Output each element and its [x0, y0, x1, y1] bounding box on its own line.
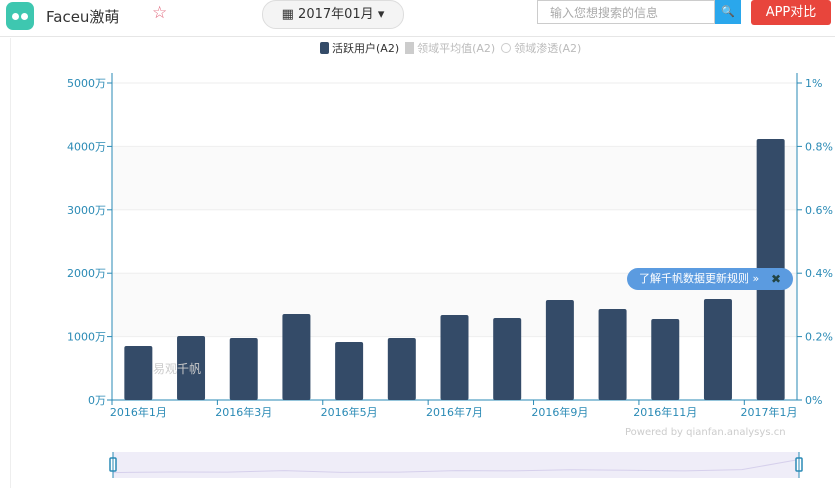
bar-2016年3月[interactable] — [229, 337, 258, 400]
bar-2016年12月[interactable] — [703, 299, 732, 400]
y2-tick-label: 0.2% — [805, 331, 833, 344]
bar-2016年11月[interactable] — [651, 318, 680, 400]
x-tick-label: 2016年7月 — [426, 405, 483, 419]
bar-2016年7月[interactable] — [440, 315, 469, 400]
bar-chart: 0万 0% 1000万 0.2% 2000万 0.4% 3000万 0.6% 4000万 0.8%… — [67, 73, 833, 478]
y-tick-label: 0万 — [88, 394, 106, 407]
update-rules-tooltip[interactable]: 了解千帆数据更新规则 » ✖ — [627, 268, 793, 290]
powered-by: Powered by qianfan.analysys.cn — [625, 427, 786, 438]
bar-2016年5月[interactable] — [335, 341, 364, 400]
watermark: 易观千帆 — [153, 362, 202, 376]
data-zoom-slider[interactable] — [113, 452, 799, 478]
y-tick-label: 2000万 — [67, 267, 106, 280]
bar-2016年6月[interactable] — [387, 337, 416, 400]
x-tick-label: 2017年1月 — [741, 405, 798, 419]
tooltip-arrow-icon: » — [752, 272, 760, 285]
x-tick-label: 2016年1月 — [110, 405, 167, 419]
close-icon[interactable]: ✖ — [771, 268, 781, 290]
bar-2016年9月[interactable] — [545, 300, 574, 400]
y2-tick-label: 1% — [805, 77, 822, 90]
x-tick-label: 2016年9月 — [531, 405, 588, 419]
y-tick-label: 4000万 — [67, 140, 106, 153]
tooltip-text: 了解千帆数据更新规则 — [639, 272, 749, 285]
y2-tick-label: 0.4% — [805, 267, 833, 280]
y2-tick-label: 0.8% — [805, 140, 833, 153]
bar-2016年10月[interactable] — [598, 309, 627, 400]
y-tick-label: 3000万 — [67, 204, 106, 217]
y-tick-label: 5000万 — [67, 77, 106, 90]
bar-2016年8月[interactable] — [493, 318, 522, 400]
grid-band — [112, 146, 797, 210]
y2-tick-label: 0% — [805, 394, 822, 407]
y2-tick-label: 0.6% — [805, 204, 833, 217]
y-tick-label: 1000万 — [67, 331, 106, 344]
bar-2016年4月[interactable] — [282, 314, 311, 400]
x-tick-label: 2016年3月 — [215, 405, 272, 419]
x-tick-label: 2016年11月 — [633, 405, 697, 419]
x-tick-label: 2016年5月 — [321, 405, 378, 419]
bar-2016年1月[interactable] — [124, 345, 153, 400]
